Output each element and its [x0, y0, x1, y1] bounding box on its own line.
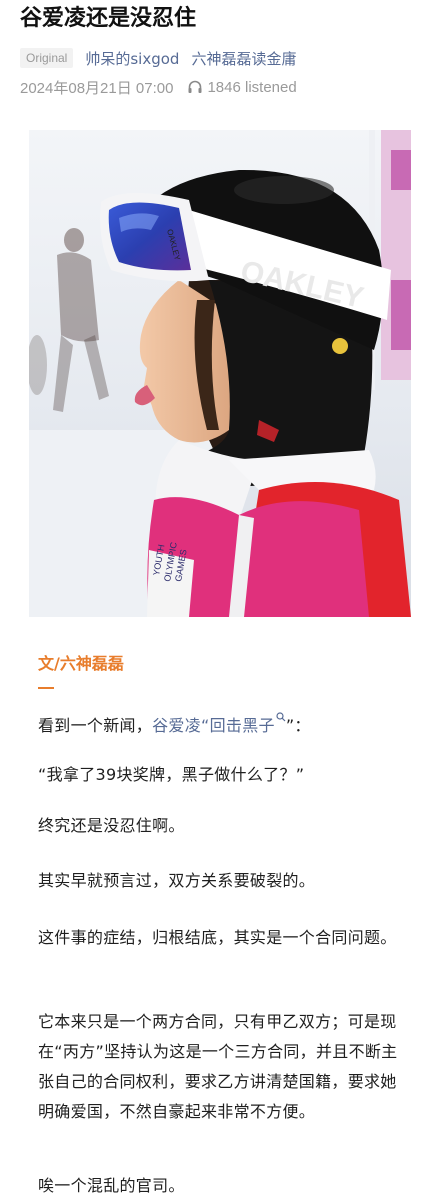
article-title: 谷爱凌还是没忍住 — [20, 6, 197, 31]
listen-count: 1846 listened — [207, 78, 297, 96]
author-link[interactable]: 帅呆的sixgod — [85, 48, 179, 69]
paragraph-1-suffix: ”： — [285, 716, 311, 735]
search-icon[interactable] — [276, 702, 286, 722]
byline: 文/六神磊磊 — [38, 654, 124, 673]
paragraph-5: 这件事的症结，归根结底，其实是一个合同问题。 — [38, 928, 397, 947]
paragraph-2: “我拿了39块奖牌，黑子做什么了？” — [38, 765, 305, 784]
paragraph-3: 终究还是没忍住啊。 — [38, 816, 185, 835]
paragraph-6: 它本来只是一个两方合同，只有甲乙双方；可是现在“丙方”坚持认为这是一个三方合同，… — [38, 1012, 398, 1121]
byline-divider — [38, 687, 54, 689]
article-date-row: 2024年08月21日 07:00 1846 listened — [20, 76, 297, 98]
article-meta: Original 帅呆的sixgod 六神磊磊读金庸 — [20, 46, 308, 70]
paragraph-4: 其实早就预言过，双方关系要破裂的。 — [38, 871, 316, 890]
paragraph-1-prefix: 看到一个新闻， — [38, 716, 153, 735]
original-badge: Original — [20, 48, 74, 68]
headphones-icon — [187, 79, 203, 95]
search-link-text[interactable]: 谷爱凌“回击黑子 — [152, 716, 275, 735]
paragraph-7: 唉一个混乱的官司。 — [38, 1176, 185, 1195]
search-link[interactable]: 谷爱凌“回击黑子 — [152, 712, 286, 735]
publish-date: 2024年08月21日 07:00 — [20, 79, 174, 97]
account-link[interactable]: 六神磊磊读金庸 — [191, 48, 296, 69]
athlete-photo[interactable]: OAKLEY OAKLEY YOUTH OLYMPIC GAMES — [29, 130, 411, 617]
paragraph-1: 看到一个新闻，谷爱凌“回击黑子 ”： — [38, 702, 410, 741]
